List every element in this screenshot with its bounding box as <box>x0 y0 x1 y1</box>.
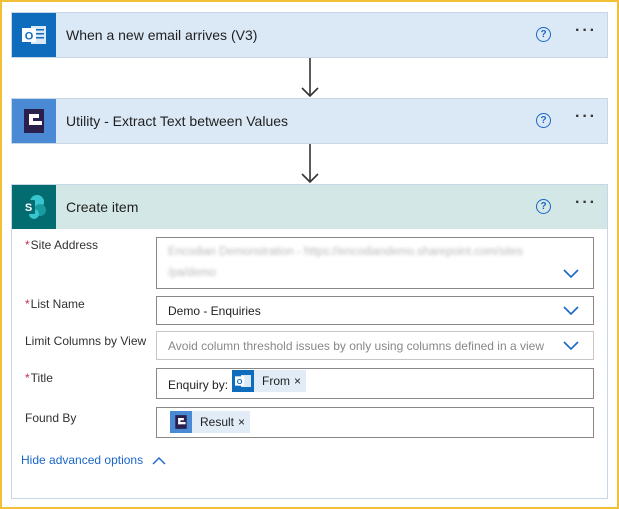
sharepoint-icon: S <box>12 185 56 229</box>
svg-text:S: S <box>25 202 32 214</box>
list-name-dropdown[interactable]: Demo - Enquiries <box>156 296 594 325</box>
create-item-card-header[interactable]: S Create item ? ··· <box>12 185 607 229</box>
found-by-label: Found By <box>25 411 77 425</box>
limit-columns-label: Limit Columns by View <box>25 334 147 348</box>
utility-card[interactable]: Utility - Extract Text between Values ? … <box>11 98 608 144</box>
outlook-icon: O <box>12 13 56 57</box>
chevron-down-icon[interactable] <box>563 306 579 316</box>
svg-text:O: O <box>237 377 243 386</box>
chevron-down-icon[interactable] <box>563 269 579 279</box>
more-options-icon[interactable]: ··· <box>575 195 597 211</box>
arrow-down-icon <box>301 144 319 184</box>
site-address-value-line2: /pa/demo <box>168 267 216 279</box>
arrow-down-icon <box>301 58 319 98</box>
more-options-icon[interactable]: ··· <box>575 109 597 125</box>
close-icon[interactable]: × <box>294 374 306 388</box>
limit-columns-placeholder: Avoid column threshold issues by only us… <box>168 339 544 353</box>
title-label: *Title <box>25 371 53 385</box>
encodian-icon <box>170 411 192 433</box>
hide-advanced-options-link[interactable]: Hide advanced options <box>21 453 166 467</box>
utility-title: Utility - Extract Text between Values <box>66 113 289 129</box>
help-icon[interactable]: ? <box>536 199 551 214</box>
outlook-icon: O <box>232 370 254 392</box>
svg-text:O: O <box>25 31 34 43</box>
site-address-label: *Site Address <box>25 238 99 252</box>
trigger-title: When a new email arrives (V3) <box>66 27 258 43</box>
result-token-label: Result <box>200 415 235 429</box>
list-name-label: *List Name <box>25 297 85 311</box>
trigger-card[interactable]: O When a new email arrives (V3) ? ··· <box>11 12 608 58</box>
trigger-card-header[interactable]: O When a new email arrives (V3) ? ··· <box>12 13 607 57</box>
found-by-input[interactable]: Result × <box>156 407 594 438</box>
from-token[interactable]: O From × <box>232 370 307 392</box>
utility-card-header[interactable]: Utility - Extract Text between Values ? … <box>12 99 607 143</box>
list-name-value: Demo - Enquiries <box>168 304 261 318</box>
encodian-icon <box>12 99 56 143</box>
close-icon[interactable]: × <box>238 415 250 429</box>
more-options-icon[interactable]: ··· <box>575 23 597 39</box>
title-input[interactable]: Enquiry by: O From × <box>156 368 594 399</box>
site-address-field[interactable]: Encodian Demonstration - https://encodia… <box>156 237 594 289</box>
chevron-up-icon <box>152 457 166 465</box>
result-token[interactable]: Result × <box>170 411 251 433</box>
title-prefix-text: Enquiry by: <box>168 378 229 392</box>
create-item-title: Create item <box>66 199 139 215</box>
site-address-value-line1: Encodian Demonstration - https://encodia… <box>168 246 523 258</box>
create-item-form: *Site Address Encodian Demonstration - h… <box>12 229 607 481</box>
help-icon[interactable]: ? <box>536 27 551 42</box>
help-icon[interactable]: ? <box>536 113 551 128</box>
limit-columns-dropdown[interactable]: Avoid column threshold issues by only us… <box>156 331 594 360</box>
from-token-label: From <box>262 374 290 388</box>
create-item-card[interactable]: S Create item ? ··· *Site Address Encodi… <box>11 184 608 499</box>
chevron-down-icon[interactable] <box>563 341 579 351</box>
